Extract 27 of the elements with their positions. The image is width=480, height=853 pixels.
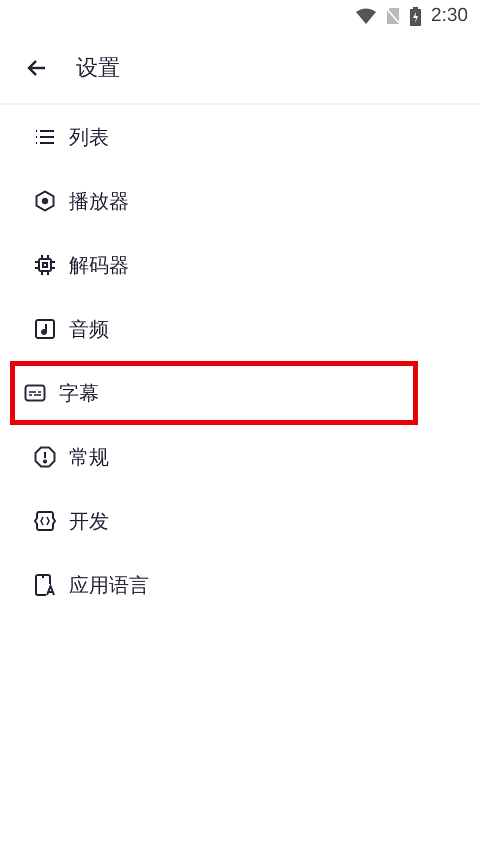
- chip-icon: [33, 253, 57, 277]
- alert-icon: [33, 445, 57, 469]
- item-label: 音频: [69, 316, 109, 342]
- settings-item[interactable]: 开发: [10, 489, 418, 553]
- settings-item[interactable]: 列表: [10, 105, 418, 169]
- item-label: 列表: [69, 124, 109, 150]
- settings-item[interactable]: 字幕: [10, 361, 418, 425]
- settings-item[interactable]: 播放器: [10, 169, 418, 233]
- item-label: 解码器: [69, 252, 129, 278]
- item-label: 应用语言: [69, 572, 149, 598]
- hexagon-icon: [33, 189, 57, 213]
- page-title: 设置: [76, 54, 120, 82]
- settings-item[interactable]: 常规: [10, 425, 418, 489]
- item-label: 字幕: [59, 380, 99, 406]
- settings-item[interactable]: 解码器: [10, 233, 418, 297]
- settings-item[interactable]: 音频: [10, 297, 418, 361]
- item-label: 开发: [69, 508, 109, 534]
- battery-icon: [410, 6, 422, 26]
- clock: 2:30: [431, 5, 468, 27]
- music-note-icon: [33, 317, 57, 341]
- item-label: 常规: [69, 444, 109, 470]
- language-icon: [33, 573, 57, 597]
- wifi-icon: [356, 8, 376, 24]
- item-label: 播放器: [69, 188, 129, 214]
- settings-item[interactable]: 应用语言: [10, 553, 418, 617]
- braces-icon: [33, 509, 57, 533]
- no-sim-icon: [386, 7, 400, 25]
